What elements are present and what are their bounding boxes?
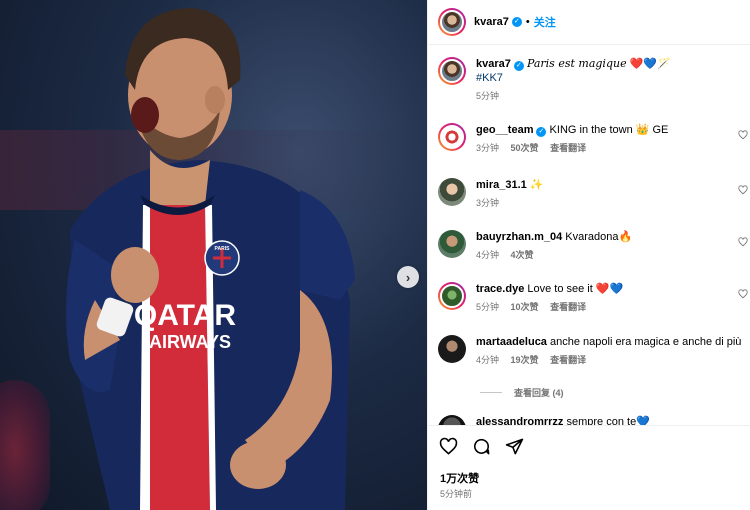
caption-hashtag[interactable]: #KK7 [476,72,503,84]
jersey-sponsor-line1: QATAR [134,299,237,332]
replies-divider [480,392,502,393]
verified-badge-icon: ✓ [513,61,524,71]
caption-text: Paris est magique [526,57,627,70]
chevron-right-icon: › [405,269,411,285]
comment-item: trace.dye Love to see it ❤️💙 5分钟 10次赞 查看… [438,282,748,314]
heart-icon[interactable] [738,130,748,140]
translate-link[interactable]: 查看翻译 [550,355,586,365]
comment-time[interactable]: 5分钟 [476,302,499,312]
comment-username[interactable]: mira_31.1 [476,179,527,191]
verified-badge-icon: ✓ [536,127,547,137]
avatar[interactable] [438,415,466,425]
heart-icon[interactable] [738,289,748,299]
comment-likes[interactable]: 10次赞 [511,302,539,312]
comment-username[interactable]: alessandromrrzz [476,416,563,425]
follow-button[interactable]: 关注 [534,14,556,30]
heart-icon[interactable] [738,185,748,195]
player-illustration: QATAR AIRWAYS PARIS [66,8,355,510]
avatar[interactable] [438,335,466,363]
view-replies-label: 查看回复 (4) [514,388,564,398]
badge-text: PARIS [215,246,231,252]
like-button[interactable] [438,436,458,456]
comment-time[interactable]: 3分钟 [476,198,499,208]
posted-time: 5分钟前 [440,489,473,499]
translate-link[interactable]: 查看翻译 [550,143,586,153]
comment-likes[interactable]: 4次赞 [511,250,534,260]
comment-icon [473,438,489,454]
comment-username[interactable]: bauyrzhan.m_04 [476,231,562,243]
comment-text: sempre con te💙 [566,416,650,425]
view-replies-button[interactable]: 查看回复 (4) [480,386,564,399]
post-header: kvara7 ✓ • 关注 [428,0,750,45]
send-icon [505,438,523,454]
comment-item: mira_31.1 ✨ 3分钟 [438,178,748,210]
comment-time[interactable]: 4分钟 [476,355,499,365]
caption-username[interactable]: kvara7 [476,58,511,70]
verified-badge-icon: ✓ [511,17,522,27]
caption: kvara7 ✓ Paris est magique ❤️💙🪄 #KK7 5分钟 [438,57,748,103]
separator-dot: • [525,16,530,28]
post-photo[interactable]: QATAR AIRWAYS PARIS › [0,0,427,510]
comment-time[interactable]: 3分钟 [476,143,499,153]
heart-icon[interactable] [738,237,748,247]
carousel-next-button[interactable]: › [397,266,419,288]
likes-count[interactable]: 1万次赞 [440,470,479,486]
avatar[interactable] [438,178,466,206]
comment-text: anche napoli era magica e anche di più [550,336,742,348]
comment-item: geo__team ✓ KING in the town 👑 GE 3分钟 50次… [438,123,748,155]
header-username[interactable]: kvara7 [474,16,509,28]
comment-likes[interactable]: 50次赞 [511,143,539,153]
avatar[interactable] [438,8,466,36]
avatar[interactable] [438,230,466,258]
avatar[interactable] [438,57,466,85]
avatar[interactable] [438,123,466,151]
comment-item: alessandromrrzz sempre con te💙 [438,415,748,425]
comment-button[interactable] [471,436,491,456]
comments-list[interactable]: kvara7 ✓ Paris est magique ❤️💙🪄 #KK7 5分钟 … [428,45,750,425]
comment-text: ✨ [529,179,544,191]
comment-username[interactable]: geo__team [476,124,533,136]
share-button[interactable] [504,436,524,456]
comment-text: Love to see it ❤️💙 [527,283,624,295]
avatar[interactable] [438,282,466,310]
comment-text: Kvaradona🔥 [565,231,633,243]
comment-username[interactable]: trace.dye [476,283,524,295]
jersey-sponsor-line2: AIRWAYS [149,332,231,352]
comment-time[interactable]: 4分钟 [476,250,499,260]
post-actions: 1万次赞 5分钟前 [428,425,750,510]
comment-username[interactable]: martaadeluca [476,336,547,348]
caption-time[interactable]: 5分钟 [476,91,499,101]
comment-item: bauyrzhan.m_04 Kvaradona🔥 4分钟 4次赞 [438,230,748,262]
caption-emojis: ❤️💙🪄 [629,58,671,70]
comment-text: KING in the town 👑 GE [549,124,669,136]
translate-link[interactable]: 查看翻译 [550,302,586,312]
post-side-panel: kvara7 ✓ • 关注 kvara7 ✓ Paris est magique … [427,0,750,510]
heart-icon [439,437,457,455]
comment-likes[interactable]: 19次赞 [511,355,539,365]
comment-item: martaadeluca anche napoli era magica e a… [438,335,748,367]
